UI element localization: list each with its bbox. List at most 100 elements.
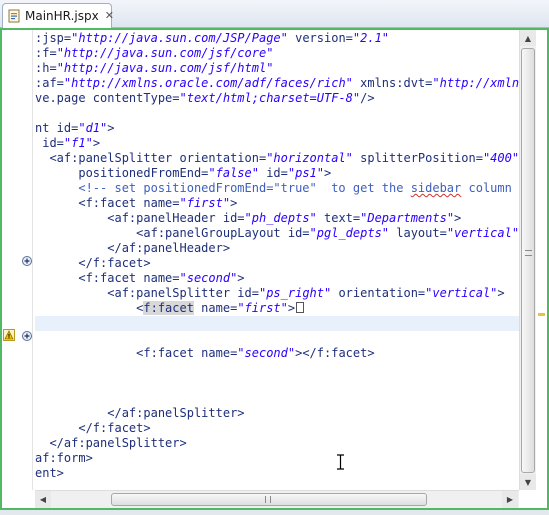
code-token: "first" <box>237 301 288 315</box>
code-token: "vertical" <box>446 226 519 240</box>
code-token: <af:panelGroupLayout id= <box>35 226 310 240</box>
code-token: "http://java.sun.com/jsf/core" <box>56 46 274 60</box>
code-line[interactable]: <f:facet name="second"> <box>35 271 245 286</box>
tab-title: MainHR.jspx <box>25 9 99 23</box>
code-token: ent> <box>35 466 64 480</box>
code-token: splitterPosition= <box>352 151 483 165</box>
code-token: positionedFromEnd= <box>35 166 209 180</box>
code-token: "f1" <box>63 136 93 150</box>
code-token: "2.1" <box>352 31 390 45</box>
code-line[interactable]: </f:facet> <box>35 256 151 271</box>
overview-warning-marker[interactable] <box>538 313 545 316</box>
horizontal-scrollbar[interactable]: ◀ ▶ <box>35 490 519 508</box>
code-line[interactable]: :f="http://java.sun.com/jsf/core" <box>35 46 273 61</box>
editor-tab-bar: MainHR.jspx ✕ <box>0 0 549 28</box>
code-line[interactable]: :h="http://java.sun.com/jsf/html" <box>35 61 273 76</box>
overview-ruler[interactable] <box>536 30 547 490</box>
code-token: :h= <box>35 61 57 75</box>
code-token: "false" <box>208 166 259 180</box>
code-token: "Departments" <box>360 211 455 225</box>
code-line[interactable]: <af:panelSplitter id="ps_right" orientat… <box>35 286 505 301</box>
code-line[interactable]: ve.page contentType="text/html;charset=U… <box>35 91 375 106</box>
code-line[interactable]: </af:panelSplitter> <box>35 436 187 451</box>
code-token: "http://xmlns. <box>432 76 519 90</box>
scroll-up-arrow-icon[interactable]: ▲ <box>520 30 536 46</box>
scroll-right-arrow-icon[interactable]: ▶ <box>502 491 518 508</box>
status-strip <box>0 510 549 515</box>
code-line[interactable]: ent> <box>35 466 64 481</box>
code-token: sidebar <box>410 181 462 195</box>
code-line[interactable]: id="f1"> <box>35 136 100 151</box>
code-token: "vertical" <box>425 286 498 300</box>
code-token: > <box>324 166 332 180</box>
editor-gutter[interactable] <box>2 30 33 490</box>
code-token: </af:panelHeader> <box>35 241 231 255</box>
code-token: ve.page contentType= <box>35 91 180 105</box>
code-line[interactable] <box>35 316 519 331</box>
expand-fold-icon[interactable] <box>21 330 33 342</box>
code-line[interactable]: <f:facet name="first"> <box>35 301 305 316</box>
code-line[interactable]: :af="http://xmlns.oracle.com/adf/faces/r… <box>35 76 519 91</box>
code-line[interactable]: </af:panelSplitter> <box>35 406 245 421</box>
code-token: > <box>230 196 238 210</box>
code-token: nt id= <box>35 121 79 135</box>
code-text-area[interactable]: :jsp="http://java.sun.com/JSP/Page" vers… <box>35 30 519 490</box>
code-token: name= <box>193 301 238 315</box>
code-token: > <box>237 271 245 285</box>
code-token: /> <box>360 91 375 105</box>
code-token: id= <box>35 136 64 150</box>
code-token: </f:facet> <box>35 256 151 270</box>
code-token: :af= <box>35 76 64 90</box>
code-token: "http://java.sun.com/jsf/html" <box>56 61 274 75</box>
code-token: <!-- set positionedFromEnd="true" to get… <box>35 181 411 195</box>
code-token: :jsp= <box>35 31 72 45</box>
code-token: > <box>287 301 296 315</box>
code-token: </af:panelSplitter> <box>35 436 187 450</box>
code-token: > <box>107 121 115 135</box>
code-line[interactable]: </af:panelHeader> <box>35 241 230 256</box>
code-token: xmlns:dvt= <box>352 76 433 90</box>
code-token: <f:facet name= <box>35 196 180 210</box>
code-line[interactable]: af:form> <box>35 451 93 466</box>
code-line[interactable]: </f:facet> <box>35 421 151 436</box>
scroll-down-arrow-icon[interactable]: ▼ <box>520 474 536 490</box>
code-token: < <box>35 301 144 315</box>
code-line[interactable]: <af:panelSplitter orientation="horizonta… <box>35 151 519 166</box>
code-token: "text/html;charset=UTF-8" <box>179 91 361 105</box>
horizontal-scroll-thumb[interactable] <box>111 493 427 506</box>
code-token: layout= <box>389 226 447 240</box>
vertical-scroll-thumb[interactable] <box>521 48 535 473</box>
code-line[interactable]: nt id="d1"> <box>35 121 115 136</box>
code-line[interactable]: <af:panelGroupLayout id="pgl_depts" layo… <box>35 226 519 241</box>
vertical-scrollbar[interactable]: ▲ ▼ <box>519 30 536 490</box>
code-token: <af:panelSplitter orientation= <box>35 151 267 165</box>
code-token: "400" <box>482 151 519 165</box>
text-cursor-icon <box>337 454 344 470</box>
code-line[interactable]: <af:panelHeader id="ph_depts" text="Depa… <box>35 211 461 226</box>
code-token: <af:panelHeader id= <box>35 211 245 225</box>
code-token: "d1" <box>78 121 108 135</box>
code-line[interactable]: <!-- set positionedFromEnd="true" to get… <box>35 181 519 196</box>
code-token: "ps_right" <box>258 286 332 300</box>
code-editor[interactable]: :jsp="http://java.sun.com/JSP/Page" vers… <box>0 28 549 510</box>
code-line[interactable]: :jsp="http://java.sun.com/JSP/Page" vers… <box>35 31 389 46</box>
scroll-left-arrow-icon[interactable]: ◀ <box>35 491 51 508</box>
warning-icon[interactable] <box>3 329 15 341</box>
code-line[interactable]: <f:facet name="first"> <box>35 196 237 211</box>
code-token: > <box>497 286 505 300</box>
code-line[interactable]: positionedFromEnd="false" id="ps1"> <box>35 166 331 181</box>
code-token: </af:panelSplitter> <box>35 406 245 420</box>
editor-tab-mainhr[interactable]: MainHR.jspx ✕ <box>2 3 114 28</box>
code-token: "http://java.sun.com/JSP/Page" <box>71 31 288 45</box>
code-token: id= <box>258 166 288 180</box>
close-icon[interactable]: ✕ <box>105 9 114 23</box>
code-token: > <box>92 136 101 150</box>
expand-fold-icon[interactable] <box>21 255 33 267</box>
code-token: "second" <box>179 271 238 285</box>
code-token: <f:facet name= <box>35 271 180 285</box>
code-token: "ph_depts" <box>244 211 317 225</box>
code-line[interactable]: <f:facet name="second"></f:facet> <box>35 346 374 361</box>
code-token: </f:facet> <box>35 421 151 435</box>
folded-code-icon[interactable] <box>296 302 305 313</box>
code-token: f:facet <box>143 301 194 315</box>
